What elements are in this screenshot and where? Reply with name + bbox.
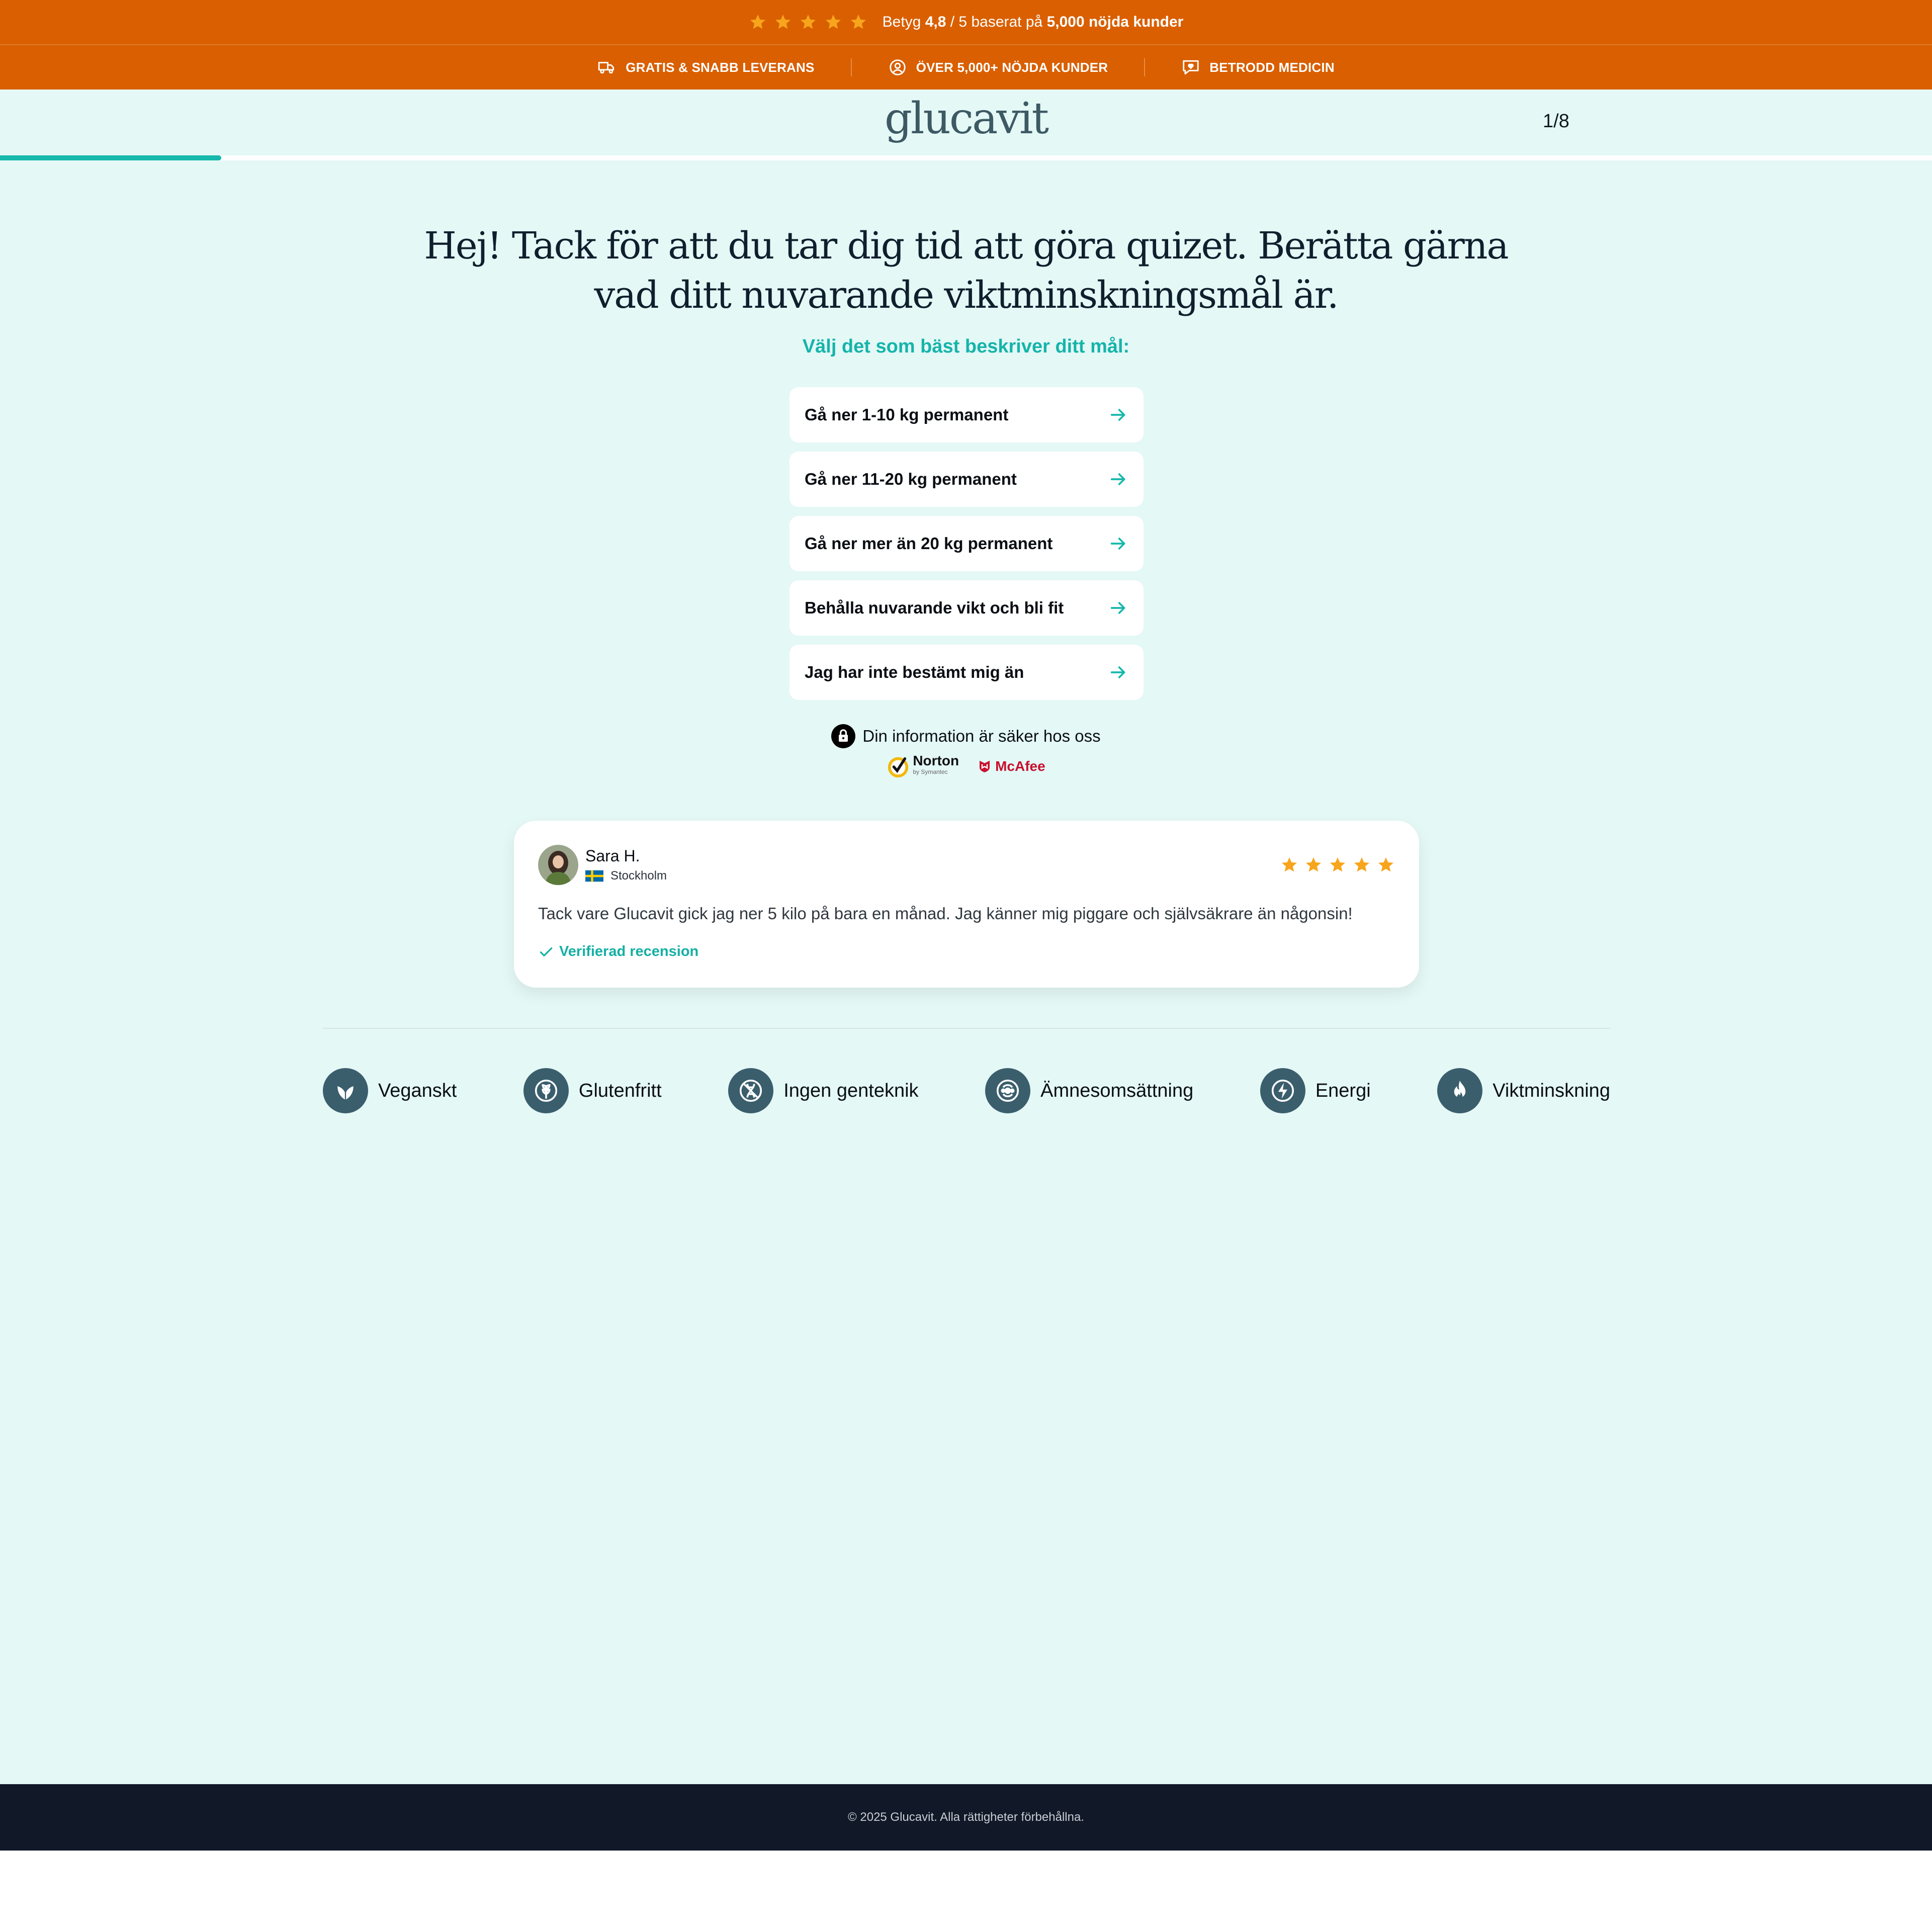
quiz-option[interactable]: Gå ner 1-10 kg permanent <box>789 387 1144 443</box>
option-label: Gå ner 1-10 kg permanent <box>805 405 1009 424</box>
quiz-option[interactable]: Behålla nuvarande vikt och bli fit <box>789 580 1144 636</box>
star-icon <box>1306 857 1321 872</box>
option-label: Jag har inte bestämt mig än <box>805 663 1024 681</box>
arrow-right-icon <box>1110 473 1125 485</box>
feature-metabolism: Ämnesomsättning <box>985 1068 1193 1113</box>
arrow-right-icon <box>1110 409 1125 421</box>
truck-icon <box>598 62 614 74</box>
avatar-image <box>538 845 578 885</box>
usp-delivery: GRATIS & SNABB LEVERANS <box>561 58 850 77</box>
sweden-flag-icon <box>585 870 603 882</box>
feature-gluten-free: Glutenfritt <box>523 1068 662 1113</box>
star-icon <box>825 15 841 29</box>
review-stars <box>1280 856 1395 874</box>
security-badges: Norton by Symantec McAfee <box>0 754 1932 778</box>
copyright-text: © 2025 Glucavit. Alla rättigheter förbeh… <box>848 1810 1084 1824</box>
rating-text: Betyg 4,8 / 5 baserat på 5,000 nöjda kun… <box>883 14 1184 31</box>
arrow-right-icon <box>1110 538 1125 550</box>
feature-energy: Energi <box>1260 1068 1371 1113</box>
verified-label: Verifierad recension <box>559 943 699 959</box>
feature-label: Ingen genteknik <box>783 1080 919 1101</box>
mcafee-shield-icon <box>980 760 990 772</box>
avatar <box>538 845 578 885</box>
feature-label: Veganskt <box>378 1080 457 1101</box>
rating-stars <box>749 13 867 31</box>
star-icon <box>1330 857 1345 872</box>
usp-trusted: BETRODD MEDICIN <box>1145 58 1371 77</box>
rating-customers: 5,000 nöjda kunder <box>1046 14 1184 30</box>
star-icon <box>800 15 816 29</box>
security-text: Din information är säker hos oss <box>862 727 1101 745</box>
rating-bar: Betyg 4,8 / 5 baserat på 5,000 nöjda kun… <box>0 0 1932 45</box>
mcafee-label: McAfee <box>995 758 1045 774</box>
feature-label: Glutenfritt <box>578 1080 662 1101</box>
review-card: Sara H. Stockholm Tack vare Glucavit gic… <box>514 821 1419 988</box>
usp-bar: GRATIS & SNABB LEVERANS ÖVER 5,000+ NÖJD… <box>0 45 1932 90</box>
star-icon <box>750 15 765 29</box>
feature-no-gmo: Ingen genteknik <box>728 1068 919 1113</box>
progress-track <box>0 155 1932 160</box>
quiz-title: Hej! Tack för att du tar dig tid att gör… <box>0 221 1932 320</box>
feature-vegan: Veganskt <box>323 1068 457 1113</box>
step-counter: 1/8 <box>1543 111 1569 132</box>
site-footer: © 2025 Glucavit. Alla rättigheter förbeh… <box>0 1784 1932 1851</box>
reviewer-location: Stockholm <box>585 869 667 883</box>
user-circle-icon <box>889 59 906 75</box>
brand-logo[interactable]: glucavit <box>0 94 1932 144</box>
feature-label: Viktminskning <box>1492 1080 1610 1101</box>
quiz-option[interactable]: Gå ner mer än 20 kg permanent <box>789 516 1144 571</box>
option-label: Gå ner mer än 20 kg permanent <box>805 534 1053 553</box>
star-icon <box>1282 857 1297 872</box>
security-note: Din information är säker hos oss <box>0 724 1932 748</box>
mcafee-badge: McAfee <box>977 758 1045 774</box>
leaf-icon <box>323 1068 368 1113</box>
quiz-title-line1: Hej! Tack för att du tar dig tid att gör… <box>424 224 1509 268</box>
feature-label: Ämnesomsättning <box>1040 1080 1194 1101</box>
quiz-title-line2: vad ditt nuvarande viktminskningsmål är. <box>594 274 1339 317</box>
chat-heart-icon <box>1183 60 1199 75</box>
star-icon <box>1378 857 1393 872</box>
quiz-options: Gå ner 1-10 kg permanent Gå ner 11-20 kg… <box>789 387 1144 709</box>
usp-customers: ÖVER 5,000+ NÖJDA KUNDER <box>852 58 1145 77</box>
option-label: Gå ner 11-20 kg permanent <box>805 470 1017 488</box>
star-icon <box>1354 857 1369 872</box>
usp-label: BETRODD MEDICIN <box>1209 59 1335 75</box>
feature-label: Energi <box>1315 1080 1371 1101</box>
lock-icon <box>831 724 856 748</box>
no-gmo-icon <box>728 1068 774 1113</box>
section-divider <box>323 1028 1610 1029</box>
metabolism-icon <box>985 1068 1031 1113</box>
rating-value: 4,8 <box>925 14 946 30</box>
lightning-icon <box>1260 1068 1305 1113</box>
star-icon <box>775 15 791 29</box>
flame-icon <box>1437 1068 1483 1113</box>
rating-mid: / 5 baserat på <box>950 14 1043 30</box>
rating-prefix: Betyg <box>882 14 921 30</box>
location-label: Stockholm <box>610 869 667 883</box>
star-icon <box>850 15 866 29</box>
option-label: Behålla nuvarande vikt och bli fit <box>805 598 1064 617</box>
verified-review: Verifierad recension <box>538 943 698 960</box>
review-text: Tack vare Glucavit gick jag ner 5 kilo p… <box>538 904 1353 923</box>
progress-fill <box>0 155 221 160</box>
reviewer-name: Sara H. <box>585 847 640 865</box>
quiz-option[interactable]: Gå ner 11-20 kg permanent <box>789 452 1144 507</box>
feature-list: Veganskt Glutenfritt Ingen genteknik Ämn… <box>323 1068 1610 1113</box>
site-header: glucavit 1/8 <box>0 90 1932 156</box>
arrow-right-icon <box>1110 602 1125 614</box>
feature-weight-loss: Viktminskning <box>1437 1068 1610 1113</box>
norton-badge: Norton by Symantec <box>887 754 959 778</box>
wheat-icon <box>523 1068 569 1113</box>
usp-label: GRATIS & SNABB LEVERANS <box>626 59 815 75</box>
arrow-right-icon <box>1110 666 1125 678</box>
norton-check-icon <box>888 757 909 778</box>
usp-label: ÖVER 5,000+ NÖJDA KUNDER <box>916 59 1108 75</box>
quiz-option[interactable]: Jag har inte bestämt mig än <box>789 645 1144 700</box>
check-icon <box>540 947 553 956</box>
quiz-subtitle: Välj det som bäst beskriver ditt mål: <box>802 336 1130 357</box>
